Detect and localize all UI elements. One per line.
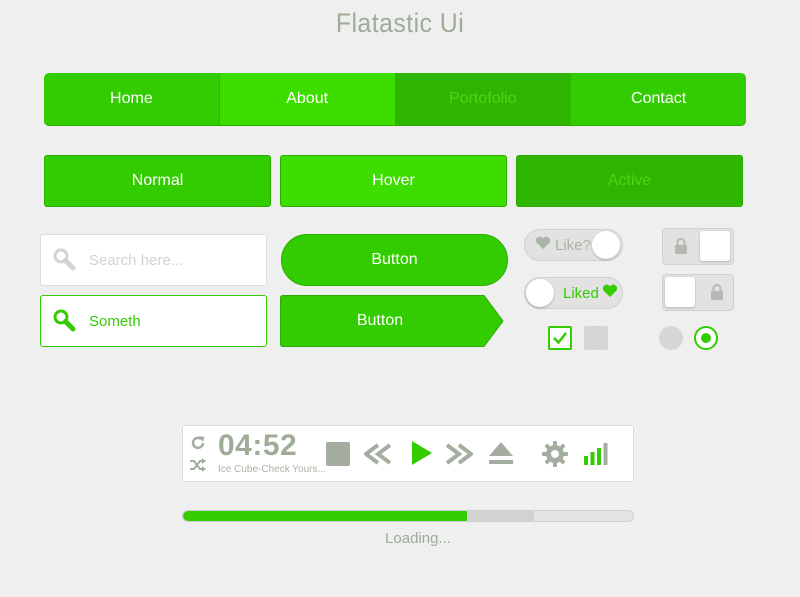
track-title: Ice Cube-Check Yours... [218, 464, 326, 475]
loading-label: Loading... [385, 530, 451, 547]
media-player: 04:52 Ice Cube-Check Yours... [182, 425, 634, 482]
arrow-button[interactable]: Button [280, 295, 504, 347]
search-icon [41, 308, 89, 334]
radio-unselected[interactable] [659, 326, 683, 350]
like-toggle-off[interactable]: Like? [524, 229, 623, 261]
search-field-focused [40, 295, 267, 347]
radio-selected[interactable] [694, 326, 718, 350]
checkbox-checked[interactable] [548, 326, 572, 350]
player-time: 04:52 [218, 429, 298, 462]
lock-toggle-knob [665, 277, 695, 307]
nav-item-contact[interactable]: Contact [571, 73, 746, 125]
page-title: Flatastic Ui [335, 8, 465, 38]
lock-toggle-unlocked[interactable] [662, 274, 734, 311]
toggle-knob [592, 231, 620, 259]
lock-toggle-knob [700, 231, 730, 261]
radio-dot [701, 333, 711, 343]
shuffle-icon[interactable] [189, 457, 207, 478]
progress-bar[interactable] [182, 510, 634, 522]
lock-icon [674, 238, 688, 259]
nav-bar: Home About Portofolio Contact [44, 73, 746, 125]
liked-label: Liked [563, 284, 599, 302]
stop-icon[interactable] [326, 442, 350, 471]
search-icon [41, 247, 89, 273]
active-button[interactable]: Active [516, 155, 743, 207]
search-input[interactable] [89, 251, 249, 269]
repeat-icon[interactable] [189, 434, 207, 457]
checkbox-unchecked[interactable] [584, 326, 608, 350]
heart-icon [602, 284, 618, 302]
hover-button[interactable]: Hover [280, 155, 507, 207]
search-field-empty [40, 234, 267, 286]
nav-item-portofolio[interactable]: Portofolio [395, 73, 572, 125]
heart-icon [535, 236, 551, 254]
toggle-knob [526, 279, 554, 307]
like-label: Like? [555, 236, 591, 254]
lock-icon [710, 284, 724, 305]
rounded-button[interactable]: Button [281, 234, 508, 286]
like-toggle-on[interactable]: Liked [524, 277, 623, 309]
search-input-focused[interactable] [89, 312, 249, 330]
fast-forward-icon[interactable] [445, 443, 475, 470]
eject-icon[interactable] [488, 441, 514, 470]
gear-icon[interactable] [542, 441, 568, 472]
play-icon[interactable] [412, 441, 432, 470]
lock-toggle-locked[interactable] [662, 228, 734, 265]
nav-item-home[interactable]: Home [44, 73, 220, 125]
rewind-icon[interactable] [362, 443, 392, 470]
arrow-button-label: Button [356, 312, 404, 329]
nav-item-about[interactable]: About [219, 73, 396, 125]
progress-fill [183, 511, 467, 521]
signal-bars-icon[interactable] [584, 443, 608, 470]
normal-button[interactable]: Normal [44, 155, 271, 207]
